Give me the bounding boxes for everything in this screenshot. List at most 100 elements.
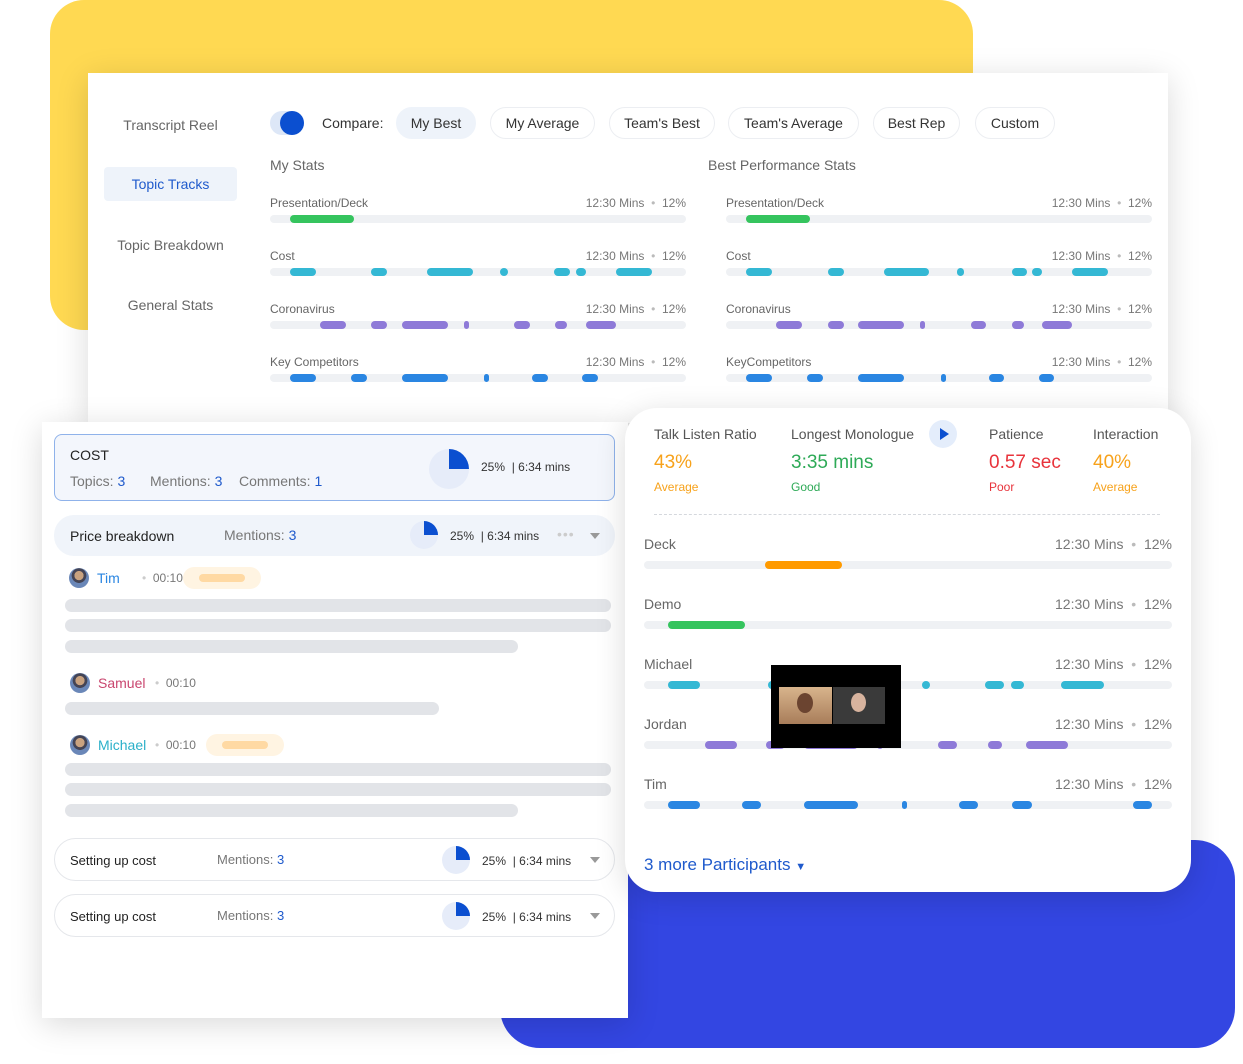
track-segment[interactable]	[351, 374, 367, 382]
track-segment[interactable]	[554, 321, 568, 329]
track-segment[interactable]	[828, 321, 844, 329]
topic-track[interactable]	[726, 321, 1152, 329]
compare-my-best[interactable]: My Best	[396, 107, 476, 139]
compare-custom[interactable]: Custom	[975, 107, 1055, 139]
track-segment[interactable]	[319, 321, 347, 329]
track-segment[interactable]	[956, 268, 965, 276]
track-segment[interactable]	[1072, 268, 1109, 276]
track-segment[interactable]	[1032, 268, 1043, 276]
track-segment[interactable]	[616, 268, 652, 276]
comment-author[interactable]: Michael	[98, 737, 146, 753]
track-segment[interactable]	[532, 374, 548, 382]
topic-track[interactable]	[644, 621, 1172, 629]
track-segment[interactable]	[1039, 374, 1055, 382]
track-segment[interactable]	[426, 268, 473, 276]
comment-author[interactable]: Samuel	[98, 675, 145, 691]
track-segment[interactable]	[289, 374, 317, 382]
track-segment[interactable]	[858, 321, 905, 329]
topic-track[interactable]	[270, 268, 686, 276]
track-segment[interactable]	[371, 268, 387, 276]
track-segment[interactable]	[705, 741, 737, 749]
track-segment[interactable]	[1011, 268, 1028, 276]
track-segment[interactable]	[483, 374, 489, 382]
video-thumbnail[interactable]	[771, 665, 901, 748]
sub-topic-row[interactable]: Setting up cost Mentions: 3 25% | 6:34 m…	[54, 894, 615, 937]
track-segment[interactable]	[401, 374, 449, 382]
chevron-down-icon[interactable]	[590, 913, 600, 919]
track-segment[interactable]	[289, 215, 355, 223]
track-segment[interactable]	[858, 374, 905, 382]
track-segment[interactable]	[1042, 321, 1073, 329]
track-segment[interactable]	[1061, 681, 1104, 689]
nav-topic-tracks[interactable]: Topic Tracks	[104, 167, 237, 201]
track-segment[interactable]	[586, 321, 617, 329]
track-segment[interactable]	[667, 801, 700, 809]
track-segment[interactable]	[289, 268, 317, 276]
track-segment[interactable]	[463, 321, 469, 329]
compare-best-rep[interactable]: Best Rep	[873, 107, 960, 139]
track-segment[interactable]	[667, 681, 700, 689]
track-segment[interactable]	[938, 741, 958, 749]
track-segment[interactable]	[920, 321, 926, 329]
nav-transcript-reel[interactable]: Transcript Reel	[104, 117, 237, 133]
compare-teams-best[interactable]: Team's Best	[609, 107, 715, 139]
track-segment[interactable]	[1132, 801, 1152, 809]
comment-author[interactable]: Tim	[97, 570, 120, 586]
track-segment[interactable]	[988, 374, 1005, 382]
track-segment[interactable]	[554, 268, 570, 276]
track-segment[interactable]	[883, 268, 930, 276]
track-segment[interactable]	[746, 374, 772, 382]
track-segment[interactable]	[746, 215, 810, 223]
topic-track[interactable]	[644, 741, 1172, 749]
sub-topic-row[interactable]: Setting up cost Mentions: 3 25% | 6:34 m…	[54, 838, 615, 881]
topic-track[interactable]	[644, 801, 1172, 809]
topic-track[interactable]	[726, 268, 1152, 276]
track-stats: 12:30 Mins • 12%	[1055, 536, 1172, 552]
topic-track[interactable]	[726, 374, 1152, 382]
track-segment[interactable]	[828, 268, 844, 276]
track-segment[interactable]	[514, 321, 530, 329]
chevron-down-icon[interactable]	[590, 533, 600, 539]
nav-general-stats[interactable]: General Stats	[104, 297, 237, 313]
track-segment[interactable]	[1010, 681, 1025, 689]
play-button[interactable]	[929, 420, 957, 448]
chevron-down-icon[interactable]	[590, 857, 600, 863]
price-breakdown-row[interactable]: Price breakdown Mentions: 3 25% | 6:34 m…	[54, 515, 615, 556]
track-segment[interactable]	[940, 374, 946, 382]
track-segment[interactable]	[803, 801, 858, 809]
more-participants-link[interactable]: 3 more Participants ▼	[644, 855, 806, 875]
track-segment[interactable]	[775, 321, 802, 329]
more-options-icon[interactable]: •••	[557, 526, 575, 542]
track-segment[interactable]	[500, 268, 508, 276]
topic-track[interactable]	[644, 681, 1172, 689]
topic-track[interactable]	[270, 321, 686, 329]
track-segment[interactable]	[922, 681, 931, 689]
topic-track[interactable]	[726, 215, 1152, 223]
track-segment[interactable]	[902, 801, 907, 809]
compare-my-average[interactable]: My Average	[490, 107, 595, 139]
track-segment[interactable]	[582, 374, 598, 382]
track-segment[interactable]	[742, 801, 762, 809]
track-segment[interactable]	[371, 321, 387, 329]
topic-track[interactable]	[644, 561, 1172, 569]
track-segment[interactable]	[576, 268, 587, 276]
track-segment[interactable]	[806, 374, 824, 382]
track-segment[interactable]	[401, 321, 449, 329]
track-segment[interactable]	[988, 741, 1002, 749]
track-segment[interactable]	[764, 561, 842, 569]
topic-summary-card[interactable]: COST Topics: 3 Mentions: 3 Comments: 1 2…	[54, 434, 615, 501]
track-segment[interactable]	[970, 321, 987, 329]
compare-toggle[interactable]	[270, 111, 304, 135]
track-segment[interactable]	[1011, 321, 1024, 329]
nav-topic-breakdown[interactable]: Topic Breakdown	[104, 237, 237, 253]
track-segment[interactable]	[1025, 741, 1068, 749]
topic-track[interactable]	[270, 215, 686, 223]
track-segment[interactable]	[959, 801, 979, 809]
compare-teams-average[interactable]: Team's Average	[728, 107, 859, 139]
track-segment[interactable]	[667, 621, 745, 629]
topic-track[interactable]	[270, 374, 686, 382]
track-segment[interactable]	[1012, 801, 1033, 809]
track-segment[interactable]	[746, 268, 772, 276]
participant-video	[833, 687, 885, 724]
track-segment[interactable]	[985, 681, 1005, 689]
